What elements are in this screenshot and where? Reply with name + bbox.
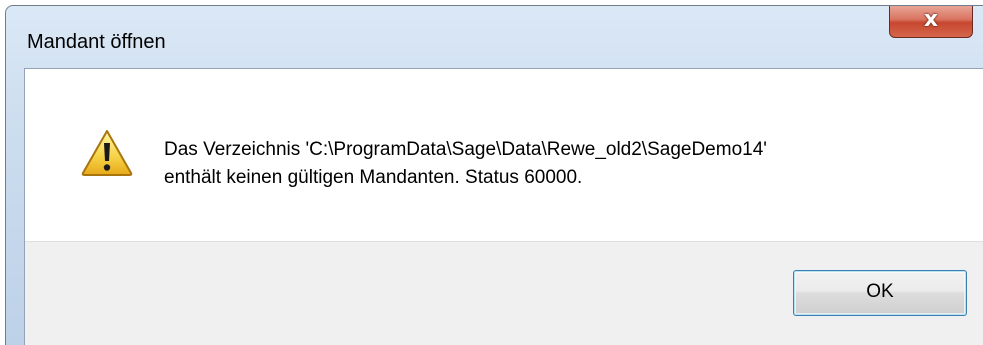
dialog-title: Mandant öffnen [27,31,166,53]
close-button[interactable]: x [889,6,973,38]
close-icon: x [923,7,939,32]
message-text: Das Verzeichnis 'C:\ProgramData\Sage\Dat… [164,136,767,192]
message-line-1: Das Verzeichnis 'C:\ProgramData\Sage\Dat… [164,139,767,160]
message-line-2: enthält keinen gültigen Mandanten. Statu… [164,167,583,188]
warning-icon [81,130,133,176]
dialog-window: Mandant öffnen x Das Verzeichnis 'C:\Pro… [5,5,983,345]
message-area: Das Verzeichnis 'C:\ProgramData\Sage\Dat… [25,69,983,241]
dialog-client-area: Das Verzeichnis 'C:\ProgramData\Sage\Dat… [24,68,983,345]
button-bar: OK [25,241,983,345]
ok-button[interactable]: OK [793,270,967,316]
title-bar[interactable]: Mandant öffnen x [6,6,983,68]
